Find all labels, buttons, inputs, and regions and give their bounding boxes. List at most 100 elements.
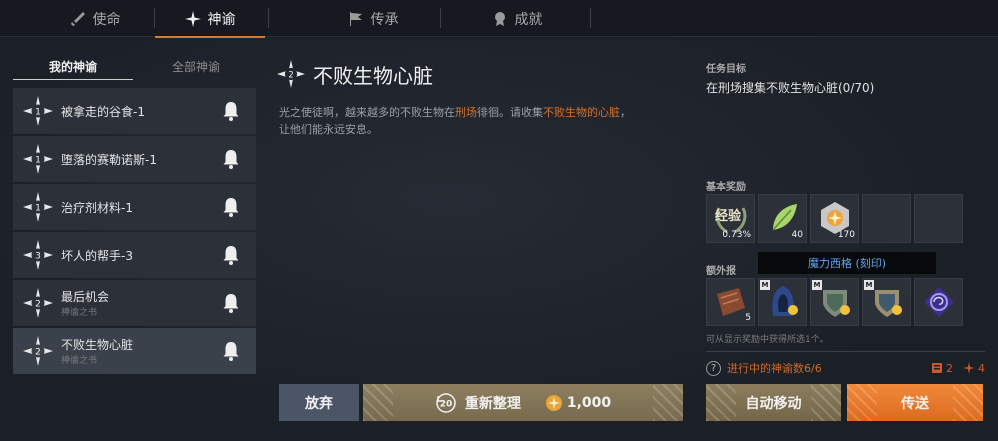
star-counter: 4	[963, 362, 985, 375]
refresh-icon: 20	[436, 392, 456, 413]
tab-achievement-label: 成就	[514, 11, 543, 28]
refresh-cost: 1,000	[545, 394, 611, 412]
green-shield-icon	[823, 290, 850, 317]
empty-reward-slot	[914, 194, 963, 243]
reward-slot[interactable]: 5	[706, 278, 755, 326]
quest-item[interactable]: 3 坏人的帮手-3	[13, 232, 256, 278]
reward-slot[interactable]: M	[862, 278, 911, 326]
star-icon	[963, 362, 975, 374]
button-pattern	[953, 384, 983, 421]
quest-item[interactable]: 1 治疗剂材料-1	[13, 184, 256, 230]
bell-icon[interactable]	[222, 293, 240, 313]
svg-text:1: 1	[35, 108, 41, 118]
quest-name: 最后机会	[61, 290, 110, 304]
tab-divider	[590, 8, 591, 28]
desc-text: 徘徊。请收集	[477, 106, 543, 119]
oracle-level-icon: 1	[23, 192, 53, 222]
teleport-button[interactable]: 传送	[847, 384, 983, 421]
auto-move-button-label: 自动移动	[745, 395, 802, 412]
reward-choice-note: 可从显示奖励中获得所选1个。	[706, 335, 829, 345]
oracle-progress-row: ? 进行中的神谕数6/6 2 4	[706, 359, 985, 377]
auto-move-button[interactable]: 自动移动	[706, 384, 841, 421]
quest-name: 坏人的帮手-3	[61, 249, 133, 263]
help-icon[interactable]: ?	[706, 360, 721, 376]
bell-icon[interactable]	[222, 341, 240, 361]
tab-heritage[interactable]: 传承	[318, 0, 428, 37]
ticket-count: 2	[946, 361, 953, 375]
desc-text: 让他们能永远安息。	[279, 123, 378, 136]
objective-panel: 任务目标 在刑场搜集不败生物心脏(0/70)	[706, 60, 966, 96]
svg-text:2: 2	[35, 300, 41, 310]
quest-item[interactable]: 1 被拿走的谷食-1	[13, 88, 256, 134]
tab-all-oracles[interactable]: 全部神谕	[136, 52, 256, 80]
reward-slot[interactable]: 40	[758, 194, 807, 243]
quest-item[interactable]: 1 堕落的赛勒诺斯-1	[13, 136, 256, 182]
oracle-page: 我的神谕 全部神谕 1 被拿走的谷食-1 1 堕落的赛勒诺斯-1 1 治疗剂材料…	[0, 38, 998, 441]
bell-icon[interactable]	[222, 245, 240, 265]
basic-rewards-label: 基本奖励	[706, 182, 746, 193]
bell-icon[interactable]	[222, 101, 240, 121]
svg-text:3: 3	[35, 252, 41, 262]
reward-slot[interactable]: M	[810, 278, 859, 326]
quest-name: 堕落的赛勒诺斯-1	[61, 153, 157, 167]
button-pattern	[653, 384, 683, 421]
reward-slot[interactable]	[914, 278, 963, 326]
button-pattern	[811, 384, 841, 421]
svg-text:2: 2	[288, 69, 293, 79]
empty-reward-slot	[862, 194, 911, 243]
scroll-icon	[717, 288, 745, 316]
purple-sigil-icon	[924, 287, 954, 317]
blue-hood-icon	[772, 286, 798, 316]
svg-text:1: 1	[35, 156, 41, 166]
gold-shield-icon	[875, 290, 902, 317]
top-tab-bar: 使命 神谕 传承 成就	[0, 0, 998, 38]
flag-icon	[349, 11, 362, 26]
svg-text:2: 2	[35, 348, 41, 358]
tab-heritage-label: 传承	[370, 11, 399, 28]
divider	[706, 351, 985, 352]
desc-highlight-location: 刑场	[455, 106, 477, 119]
oracle-level-icon: 1	[23, 96, 53, 126]
reward-slot[interactable]: 经验 0.73%	[706, 194, 755, 243]
desc-highlight-item: 不败生物的心脏	[543, 106, 620, 119]
tab-divider	[440, 8, 441, 28]
reward-count: 0.73%	[722, 230, 751, 240]
star-count: 4	[978, 361, 985, 375]
tab-achievement[interactable]: 成就	[462, 0, 572, 37]
svg-text:1: 1	[35, 204, 41, 214]
objective-text: 在刑场搜集不败生物心脏(0/70)	[706, 81, 875, 95]
abandon-button-label: 放弃	[305, 395, 333, 412]
tab-divider	[268, 8, 269, 28]
quest-source: 神谕之书	[61, 356, 98, 366]
quest-item-selected[interactable]: 2 不败生物心脏 神谕之书	[13, 328, 256, 374]
abandon-button[interactable]: 放弃	[279, 384, 359, 421]
tab-my-oracles[interactable]: 我的神谕	[13, 52, 133, 80]
basic-rewards-row: 经验 0.73% 40 170	[706, 194, 963, 243]
quest-description: 光之使徒啊，越来越多的不败生物在刑场徘徊。请收集不败生物的心脏， 让他们能永远安…	[279, 104, 679, 138]
gold-coin-icon	[545, 394, 562, 411]
tab-oracle[interactable]: 神谕	[155, 0, 265, 38]
button-pattern	[706, 384, 736, 421]
reward-count: 5	[745, 313, 751, 323]
bell-icon[interactable]	[222, 149, 240, 169]
quest-name: 治疗剂材料-1	[61, 201, 133, 215]
exp-badge: 经验	[715, 209, 742, 224]
counters: 2 4	[931, 362, 985, 375]
reward-slot[interactable]: M	[758, 278, 807, 326]
reward-slot[interactable]: 170	[810, 194, 859, 243]
bell-icon[interactable]	[222, 197, 240, 217]
refresh-button[interactable]: 20 重新整理 1,000	[363, 384, 683, 421]
objective-label: 任务目标	[706, 64, 746, 75]
oracle-level-icon: 3	[23, 240, 53, 270]
oracle-star-icon	[184, 10, 201, 27]
tab-mission-label: 使命	[92, 11, 121, 28]
quest-item[interactable]: 2 最后机会 神谕之书	[13, 280, 256, 326]
tab-mission[interactable]: 使命	[40, 0, 150, 37]
refresh-cost-value: 1,000	[566, 394, 612, 411]
quest-name: 不败生物心脏	[61, 338, 134, 352]
oracle-level-icon: 1	[23, 144, 53, 174]
oracle-progress-text: 进行中的神谕数6/6	[727, 362, 822, 375]
ticket-counter: 2	[931, 362, 953, 375]
quest-title-row: 2 不败生物心脏	[277, 59, 433, 89]
medal-icon	[494, 11, 505, 26]
